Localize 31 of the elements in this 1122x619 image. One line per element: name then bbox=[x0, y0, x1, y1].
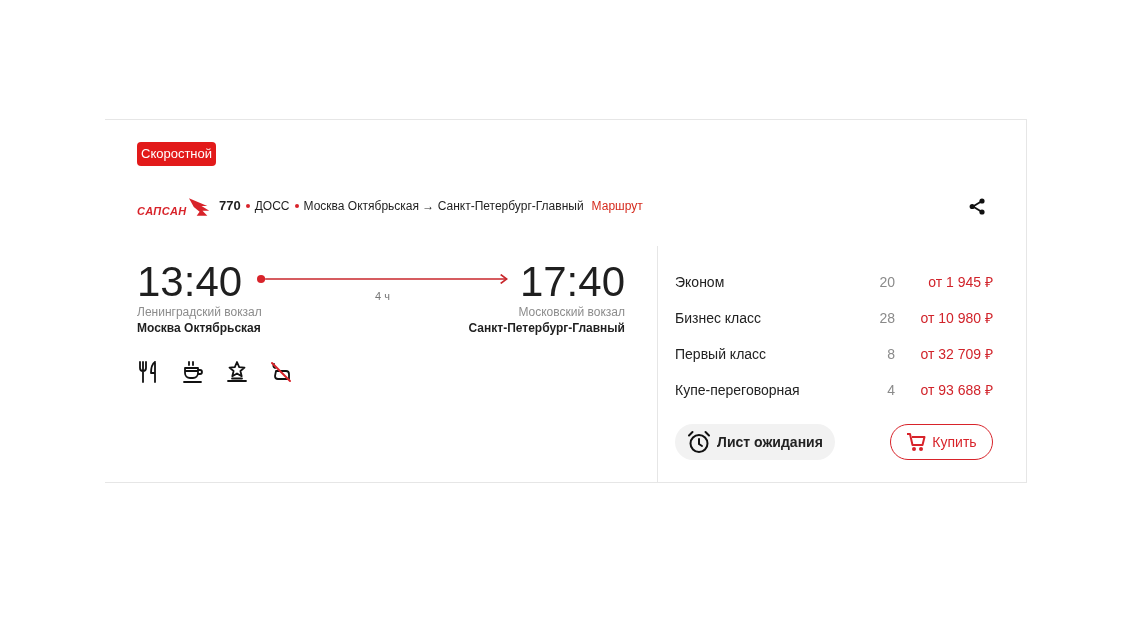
cart-icon bbox=[906, 432, 928, 452]
wing-icon bbox=[187, 197, 211, 217]
seats-count: 4 bbox=[886, 380, 895, 400]
fare-price: от 93 688 ₽ bbox=[920, 380, 993, 400]
departure-city: Москва Октябрьская bbox=[137, 320, 262, 336]
departure-time: 13:40 bbox=[137, 261, 243, 303]
fare-class: Первый класс bbox=[675, 344, 768, 364]
share-icon bbox=[968, 197, 986, 215]
seats-count: 8 bbox=[886, 344, 895, 364]
fare-class: Эконом bbox=[675, 272, 726, 292]
trip-duration: 4 ч bbox=[375, 289, 390, 303]
route-text: Москва Октябрьская → Санкт-Петербург-Главный bbox=[303, 198, 584, 215]
arrival-city: Санкт-Петербург-Главный bbox=[468, 320, 625, 336]
route-link[interactable]: Маршрут bbox=[591, 197, 643, 215]
fare-price: от 1 945 ₽ bbox=[928, 272, 993, 292]
train-type-badge: Скоростной bbox=[137, 142, 217, 166]
fare-class: Купе-переговорная bbox=[675, 380, 801, 400]
arrival-station: Московский вокзал bbox=[518, 304, 625, 320]
train-category: ДОСС bbox=[254, 198, 290, 215]
seats-count: 28 bbox=[878, 308, 895, 328]
train-number: 770 bbox=[219, 197, 241, 216]
fare-class: Бизнес класс bbox=[675, 308, 763, 328]
waitlist-button[interactable]: Лист ожидания bbox=[675, 424, 835, 460]
seats-count: 20 bbox=[878, 272, 895, 292]
brand-logo-text: САПСАН bbox=[137, 205, 187, 217]
departure-station: Ленинградский вокзал bbox=[137, 304, 262, 320]
arrival-time: 17:40 bbox=[519, 261, 625, 303]
fare-price: от 10 980 ₽ bbox=[920, 308, 993, 328]
share-button[interactable] bbox=[968, 197, 986, 215]
alarm-clock-icon bbox=[687, 430, 712, 454]
fare-price: от 32 709 ₽ bbox=[920, 344, 993, 364]
